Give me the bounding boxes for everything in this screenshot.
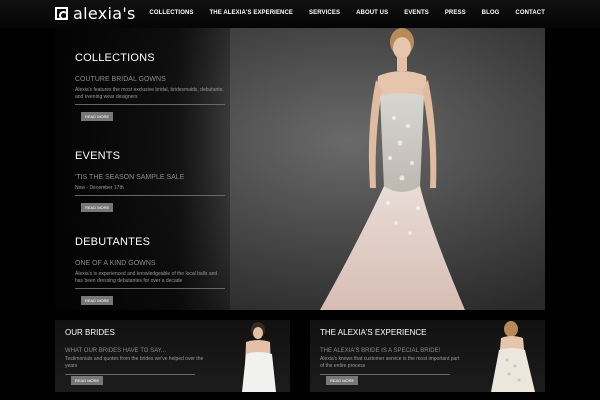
section-title: DEBUTANTES — [75, 236, 151, 248]
logo[interactable]: alexia's — [55, 3, 136, 23]
main-nav: COLLECTIONS THE ALEXIA'S EXPERIENCE SERV… — [149, 10, 545, 16]
bride-photo — [242, 322, 276, 392]
section-subtitle[interactable]: 'TIS THE SEASON SAMPLE SALE — [75, 174, 225, 181]
box-description: Alexia's knows that customer service is … — [320, 356, 460, 369]
divider — [75, 195, 225, 196]
box-subtitle[interactable]: WHAT OUR BRIDES HAVE TO SAY... — [65, 348, 166, 354]
divider — [320, 374, 450, 375]
divider — [75, 288, 225, 289]
box-title: THE ALEXIA'S EXPERIENCE — [320, 328, 427, 337]
section-description: Alexia's is experienced and knowledgeabl… — [75, 271, 218, 284]
nav-services[interactable]: SERVICES — [309, 10, 340, 16]
logo-text: alexia's — [73, 3, 136, 23]
read-more-button[interactable]: READ MORE — [71, 376, 104, 385]
box-description: Testimonials and quotes from the brides … — [65, 356, 204, 369]
nav-experience[interactable]: THE ALEXIA'S EXPERIENCE — [210, 10, 294, 16]
read-more-button[interactable]: READ MORE — [326, 376, 359, 385]
divider — [75, 104, 225, 105]
bride-back-photo — [491, 321, 535, 392]
nav-blog[interactable]: BLOG — [482, 10, 500, 16]
site-header: alexia's COLLECTIONS THE ALEXIA'S EXPERI… — [0, 0, 600, 28]
section-description: Alexia's features the most exclusive bri… — [75, 87, 224, 100]
nav-collections[interactable]: COLLECTIONS — [149, 10, 193, 16]
nav-contact[interactable]: CONTACT — [515, 10, 545, 16]
experience-box: THE ALEXIA'S EXPERIENCE THE ALEXIA'S BRI… — [310, 320, 545, 392]
read-more-button[interactable]: READ MORE — [81, 296, 114, 305]
box-title: OUR BRIDES — [65, 328, 115, 337]
section-description: Now - December 17th — [75, 185, 124, 191]
nav-about-us[interactable]: ABOUT US — [356, 10, 388, 16]
divider — [65, 374, 195, 375]
section-debutantes: DEBUTANTES ONE OF A KIND GOWNS Alexia's … — [75, 236, 225, 307]
bride-gown-image — [320, 28, 465, 310]
section-events: EVENTS 'TIS THE SEASON SAMPLE SALE Now -… — [75, 150, 225, 214]
read-more-button[interactable]: READ MORE — [81, 203, 114, 212]
section-title: COLLECTIONS — [75, 52, 155, 64]
section-subtitle[interactable]: ONE OF A KIND GOWNS — [75, 260, 225, 267]
read-more-button[interactable]: READ MORE — [81, 112, 114, 121]
nav-press[interactable]: PRESS — [445, 10, 466, 16]
box-subtitle[interactable]: THE ALEXIA'S BRIDE IS A SPECIAL BRIDE! — [320, 348, 440, 354]
nav-events[interactable]: EVENTS — [404, 10, 429, 16]
section-collections: COLLECTIONS COUTURE BRIDAL GOWNS Alexia'… — [75, 52, 225, 123]
our-brides-box: OUR BRIDES WHAT OUR BRIDES HAVE TO SAY..… — [55, 320, 290, 392]
left-info-panel: COLLECTIONS COUTURE BRIDAL GOWNS Alexia'… — [55, 28, 230, 310]
section-subtitle[interactable]: COUTURE BRIDAL GOWNS — [75, 76, 225, 83]
logo-icon — [55, 6, 68, 20]
section-title: EVENTS — [75, 150, 121, 162]
hero-banner: COLLECTIONS COUTURE BRIDAL GOWNS Alexia'… — [55, 28, 545, 310]
